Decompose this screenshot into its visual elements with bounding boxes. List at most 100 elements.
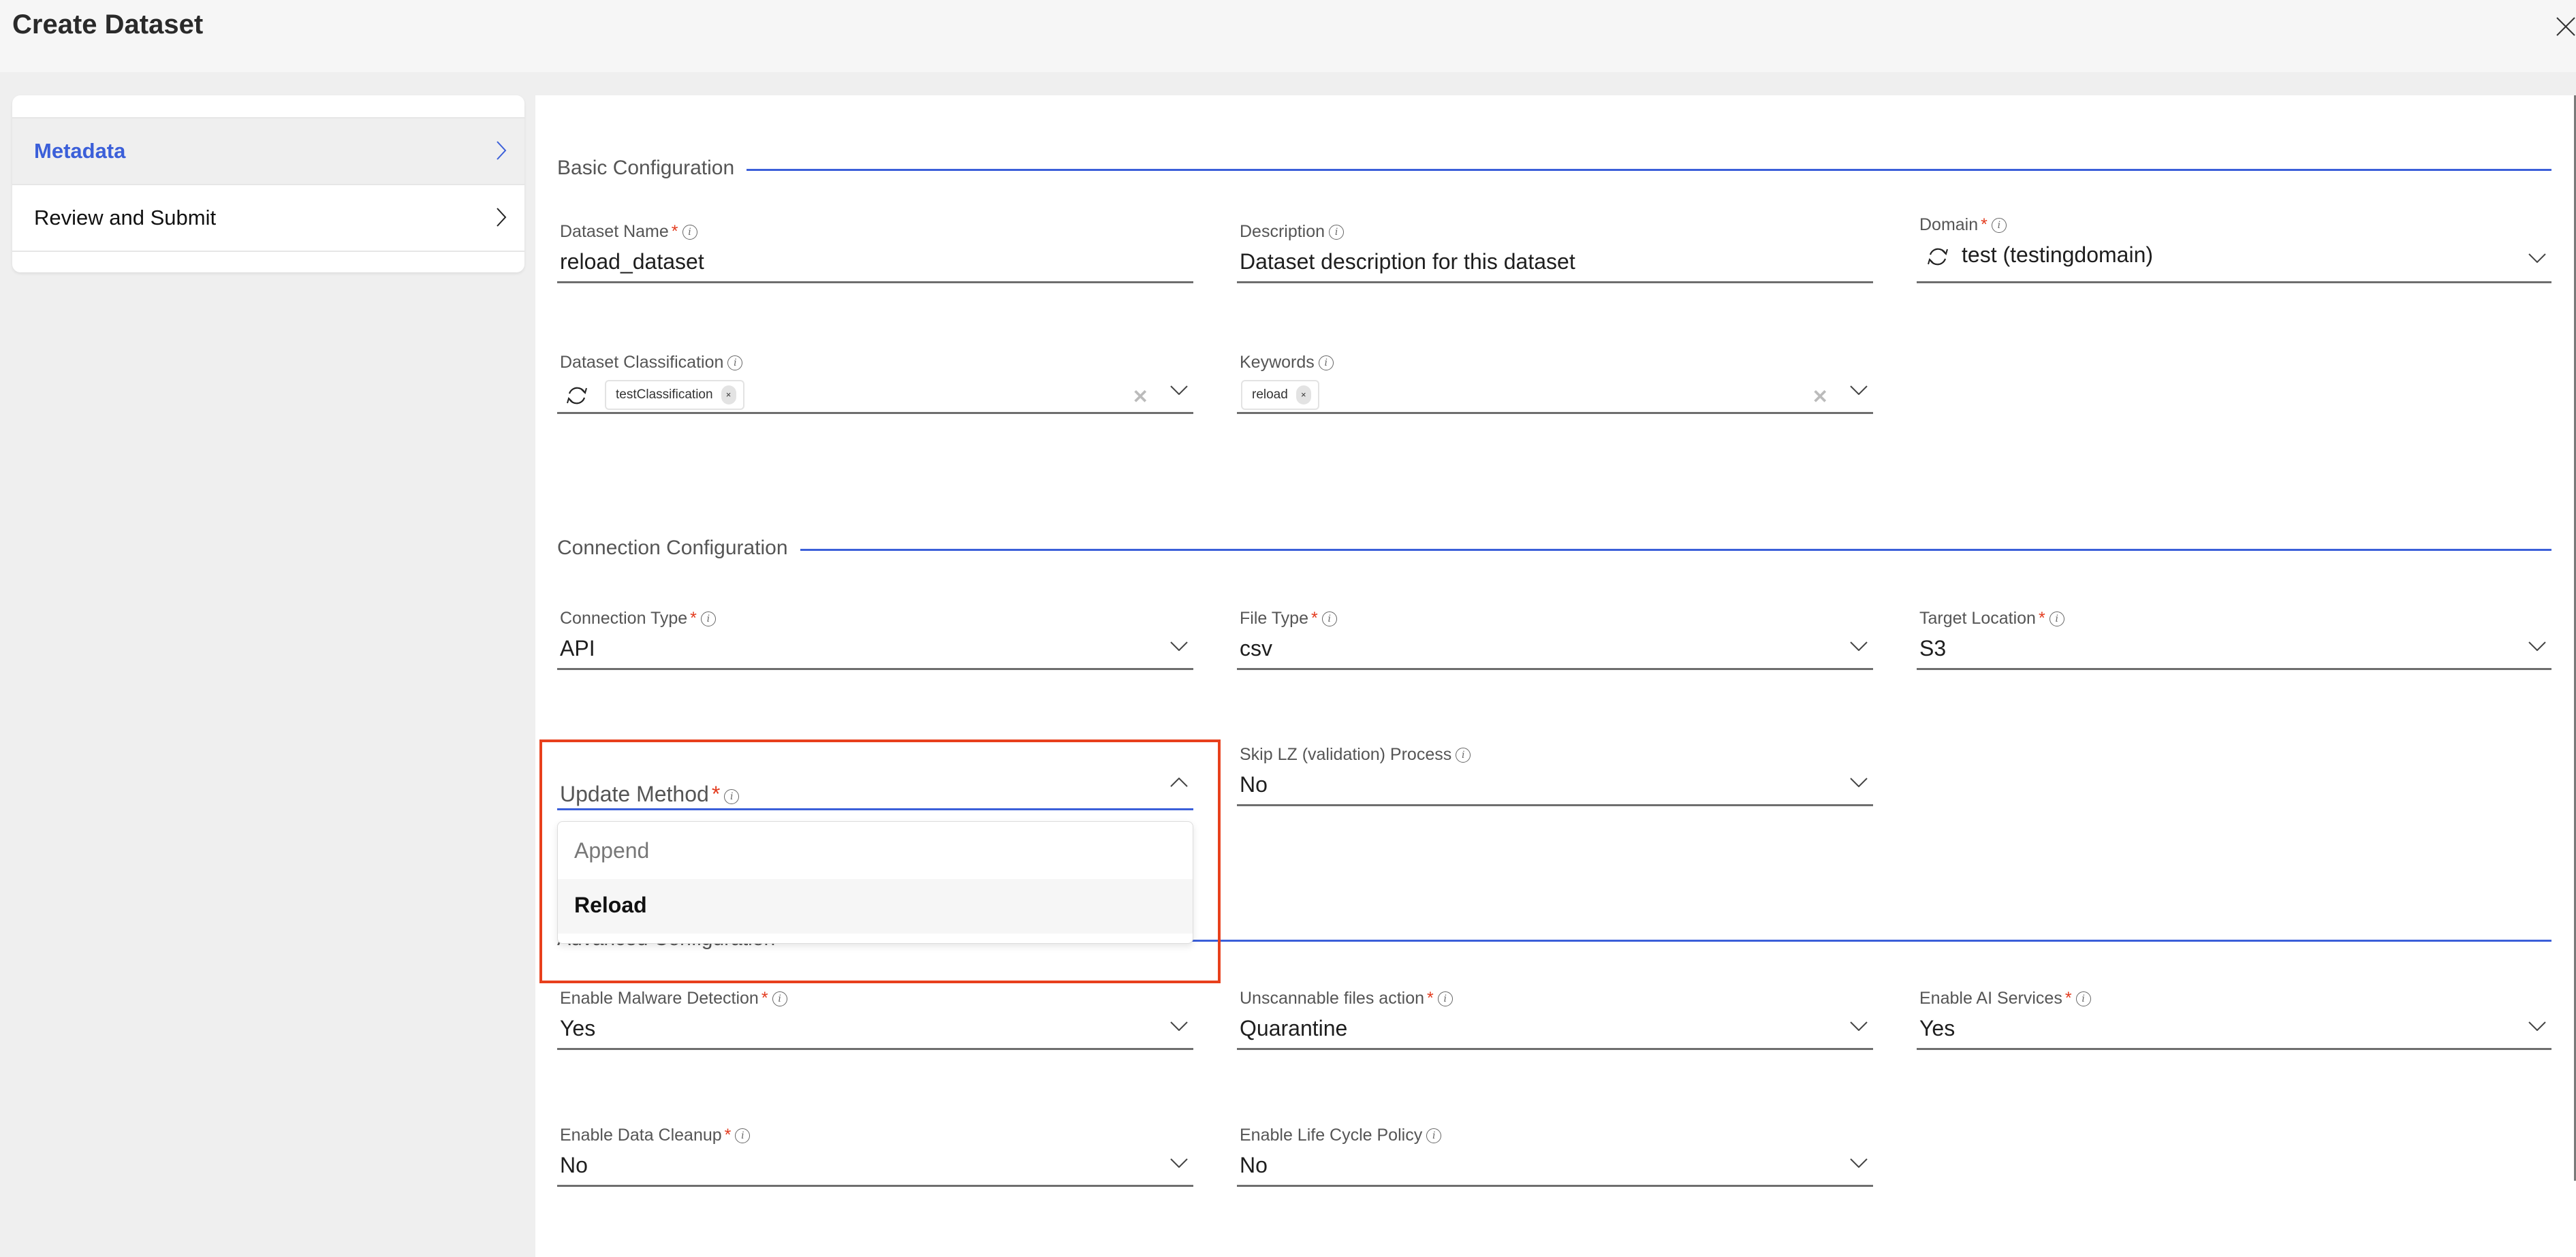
info-icon[interactable]: i xyxy=(700,611,716,626)
chevron-down-icon[interactable] xyxy=(2528,253,2546,263)
label-text: Keywords xyxy=(1240,353,1315,372)
option-label: Reload xyxy=(574,893,647,917)
life-cycle-policy-select[interactable]: Enable Life Cycle Policy i No xyxy=(1237,1126,1873,1187)
field-underline xyxy=(557,1185,1193,1187)
close-icon[interactable] xyxy=(2556,16,2576,37)
chevron-down-icon[interactable] xyxy=(1850,641,1868,651)
info-icon[interactable]: i xyxy=(1991,218,2007,233)
unscannable-files-action-select[interactable]: Unscannable files action * i Quarantine xyxy=(1237,989,1873,1050)
skip-lz-value: No xyxy=(1240,772,1268,797)
field-label: Skip LZ (validation) Process i xyxy=(1240,745,1471,765)
unscannable-action-value: Quarantine xyxy=(1240,1016,1348,1040)
label-text: Connection Type xyxy=(560,609,688,628)
refresh-icon[interactable] xyxy=(1926,245,1949,268)
chevron-down-icon[interactable] xyxy=(2528,641,2546,651)
option-reload[interactable]: Reload xyxy=(558,879,1193,934)
info-icon[interactable]: i xyxy=(724,789,740,804)
field-underline xyxy=(1237,804,1873,806)
description-field[interactable]: Description i Dataset description for thi… xyxy=(1237,222,1873,283)
chevron-right-icon xyxy=(497,208,507,227)
clear-icon[interactable]: ✕ xyxy=(1133,385,1148,408)
connection-type-select[interactable]: Connection Type * i API xyxy=(557,609,1193,670)
chip-label: reload xyxy=(1252,387,1288,402)
field-underline xyxy=(1237,412,1873,414)
section-basic-configuration: Basic Configuration xyxy=(557,157,2551,184)
label-text: File Type xyxy=(1240,609,1308,628)
data-cleanup-select[interactable]: Enable Data Cleanup * i No xyxy=(557,1126,1193,1187)
chevron-down-icon[interactable] xyxy=(1170,641,1188,651)
domain-select[interactable]: Domain * i test (testingdomain) xyxy=(1917,215,2551,283)
malware-detection-select[interactable]: Enable Malware Detection * i Yes xyxy=(557,989,1193,1050)
field-underline xyxy=(1237,1048,1873,1050)
field-underline xyxy=(1237,1185,1873,1187)
field-label: Connection Type * i xyxy=(560,609,716,628)
chevron-down-icon[interactable] xyxy=(1850,778,1868,787)
target-location-value: S3 xyxy=(1919,636,1947,661)
update-method-options-menu: Append Reload xyxy=(557,821,1193,944)
label-text: Skip LZ (validation) Process xyxy=(1240,745,1452,764)
label-text: Unscannable files action xyxy=(1240,989,1424,1008)
section-title: Connection Configuration xyxy=(557,537,800,560)
info-icon[interactable]: i xyxy=(1321,611,1337,626)
sidebar-item-metadata[interactable]: Metadata xyxy=(12,117,524,184)
chip-label: testClassification xyxy=(616,387,713,402)
refresh-icon[interactable] xyxy=(565,384,588,407)
chevron-down-icon[interactable] xyxy=(1850,1158,1868,1168)
info-icon[interactable]: i xyxy=(2049,611,2064,626)
required-marker: * xyxy=(1981,215,1988,234)
chevron-down-icon[interactable] xyxy=(2528,1021,2546,1031)
sidebar-item-label: Metadata xyxy=(34,139,126,163)
label-text: Enable Life Cycle Policy xyxy=(1240,1126,1423,1145)
chevron-down-icon[interactable] xyxy=(1850,1021,1868,1031)
info-icon[interactable]: i xyxy=(727,355,743,370)
info-icon[interactable]: i xyxy=(735,1128,751,1143)
update-method-select[interactable]: Update Method * i xyxy=(557,748,1193,810)
field-underline-focused xyxy=(557,808,1193,810)
dataset-name-input[interactable]: reload_dataset xyxy=(560,249,704,274)
clear-icon[interactable]: ✕ xyxy=(1812,385,1828,408)
chevron-down-icon[interactable] xyxy=(1170,1021,1188,1031)
required-marker: * xyxy=(2064,989,2072,1008)
info-icon[interactable]: i xyxy=(1329,225,1345,240)
chevron-up-icon[interactable] xyxy=(1170,778,1188,787)
required-marker: * xyxy=(724,1126,732,1145)
domain-value: test (testingdomain) xyxy=(1962,242,2154,267)
dataset-classification-select[interactable]: Dataset Classification i testClassificati… xyxy=(557,353,1193,414)
classification-chip: testClassification × xyxy=(605,380,744,410)
sidebar-item-review-submit[interactable]: Review and Submit xyxy=(12,184,524,252)
chevron-down-icon[interactable] xyxy=(1170,1158,1188,1168)
field-underline xyxy=(557,412,1193,414)
label-text: Update Method xyxy=(560,782,709,806)
required-marker: * xyxy=(1427,989,1434,1008)
skip-lz-select[interactable]: Skip LZ (validation) Process i No xyxy=(1237,745,1873,806)
chevron-down-icon[interactable] xyxy=(1170,385,1188,395)
field-label: Description i xyxy=(1240,222,1345,242)
info-icon[interactable]: i xyxy=(772,991,787,1006)
section-divider xyxy=(557,169,2551,171)
field-underline xyxy=(557,1048,1193,1050)
info-icon[interactable]: i xyxy=(1318,355,1334,370)
field-label: Keywords i xyxy=(1240,353,1334,372)
file-type-select[interactable]: File Type * i csv xyxy=(1237,609,1873,670)
option-append[interactable]: Append xyxy=(558,825,1193,879)
required-marker: * xyxy=(1310,609,1318,628)
info-icon[interactable]: i xyxy=(2075,991,2091,1006)
chip-remove-icon[interactable]: × xyxy=(721,385,736,404)
info-icon[interactable]: i xyxy=(682,225,697,240)
field-label: Update Method * i xyxy=(560,782,740,807)
field-underline xyxy=(557,281,1193,283)
description-input[interactable]: Dataset description for this dataset xyxy=(1240,249,1575,274)
field-underline xyxy=(1917,1048,2551,1050)
info-icon[interactable]: i xyxy=(1456,748,1471,763)
target-location-select[interactable]: Target Location * i S3 xyxy=(1917,609,2551,670)
chevron-down-icon[interactable] xyxy=(1850,385,1868,395)
ai-services-value: Yes xyxy=(1919,1016,1955,1040)
info-icon[interactable]: i xyxy=(1426,1128,1442,1143)
chip-remove-icon[interactable]: × xyxy=(1295,385,1311,404)
keywords-select[interactable]: Keywords i reload × ✕ xyxy=(1237,353,1873,414)
field-underline xyxy=(1917,668,2551,670)
ai-services-select[interactable]: Enable AI Services * i Yes xyxy=(1917,989,2551,1050)
file-type-value: csv xyxy=(1240,636,1272,661)
dataset-name-field[interactable]: Dataset Name * i reload_dataset xyxy=(557,222,1193,283)
info-icon[interactable]: i xyxy=(1437,991,1453,1006)
